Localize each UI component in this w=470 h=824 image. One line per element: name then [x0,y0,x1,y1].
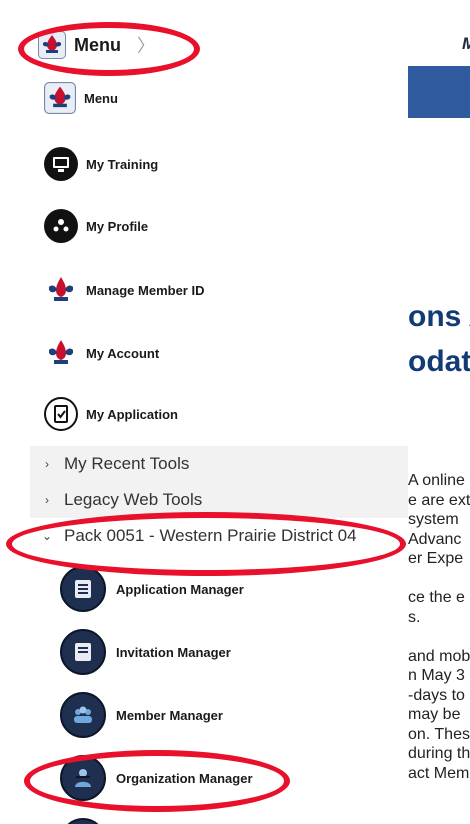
menu-item-label: My Application [86,406,178,422]
section-legacy-web-tools[interactable]: › Legacy Web Tools [30,482,408,518]
menu-item-my-training[interactable]: My Training [44,147,158,181]
training-icon [44,147,78,181]
background-text-line: -days to [408,686,465,704]
background-title-line2: odat [408,345,470,378]
menu-item-my-account[interactable]: My Account [44,336,159,370]
menu-toggle-button[interactable]: Menu 〉 [38,29,155,61]
member-manager-icon [60,692,106,738]
sub-item-label: Application Manager [116,581,244,597]
sub-item-next[interactable] [60,818,106,824]
sub-item-invitation-manager[interactable]: Invitation Manager [60,629,231,675]
chevron-right-icon: › [45,457,49,471]
section-label: Legacy Web Tools [64,490,203,509]
menu-item-label: My Training [86,156,159,172]
background-title-line1: ons A [408,300,470,333]
sub-item-application-manager[interactable]: Application Manager [60,566,244,612]
sub-item-organization-manager[interactable]: Organization Manager [60,755,253,801]
section-my-recent-tools[interactable]: › My Recent Tools [30,446,408,482]
background-text-line: Advanc [408,530,462,548]
sub-item-label: Invitation Manager [116,644,231,660]
next-tool-icon [60,818,106,824]
chevron-right-icon: 〉 [137,36,155,56]
background-text-line: A online [408,472,465,489]
page-left-gutter [0,66,31,824]
organization-manager-icon [60,755,106,801]
header-title-partial: M [462,34,470,54]
bsa-fleur-icon [49,277,73,301]
application-check-icon [44,397,78,431]
chevron-down-icon: ⌄ [41,529,53,543]
menu-item-label: My Account [86,345,160,361]
background-text-line: n May 3 [408,667,465,684]
menu-item-menu[interactable]: Menu [44,82,118,114]
invitation-manager-icon [60,629,106,675]
section-label: Pack 0051 - Western Prairie District 04 [64,526,357,545]
background-text-line: and mob [408,647,470,665]
application-manager-icon [60,566,106,612]
menu-item-label: My Profile [86,218,149,234]
background-text-line: er Expe [408,550,464,567]
background-text-line: may be [408,706,461,723]
bsa-fleur-icon [38,31,66,59]
section-label: My Recent Tools [64,454,190,473]
sub-item-member-manager[interactable]: Member Manager [60,692,223,738]
background-text-line: s. [408,608,421,626]
sub-item-label: Member Manager [116,707,223,723]
background-nav-band [408,66,470,118]
chevron-right-icon: › [45,493,49,507]
menu-item-manage-member-id[interactable]: Manage Member ID [44,273,204,307]
background-text-line: act Mem [408,764,470,782]
menu-panel: Menu My Training My Profile Manage Membe… [30,66,408,824]
background-text-line: ce the e [408,589,465,606]
profile-icon [44,209,78,243]
menu-label: Menu [74,34,121,55]
background-text-line: on. Thes [408,725,470,743]
bsa-fleur-icon [49,340,73,364]
sub-item-label: Organization Manager [116,770,253,786]
background-text-line: during th [408,745,470,762]
bsa-fleur-icon [44,82,76,114]
section-pack-0051[interactable]: ⌄ Pack 0051 - Western Prairie District 0… [30,518,408,554]
background-text-line: system [408,511,459,528]
menu-item-label: Manage Member ID [86,282,205,298]
menu-item-my-profile[interactable]: My Profile [44,209,148,243]
menu-item-label: Menu [84,90,118,106]
menu-item-my-application[interactable]: My Application [44,397,178,431]
background-text-line: e are ext [408,491,470,509]
